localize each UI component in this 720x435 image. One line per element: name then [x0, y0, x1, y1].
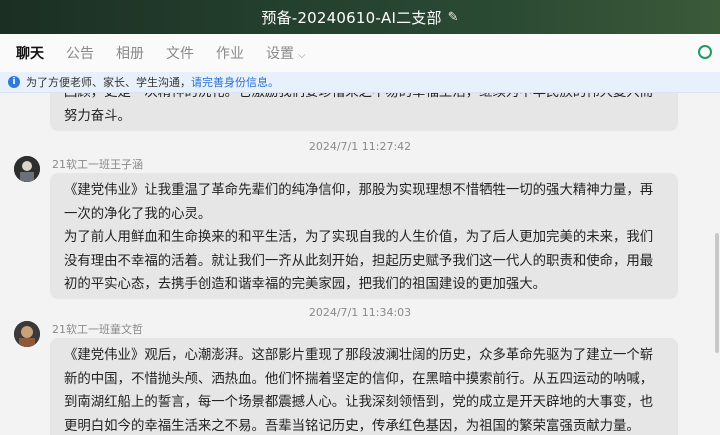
message-line: 《建党伟业》让我重温了革命先辈们的纯净信仰，那股为实现理想不惜牺牲一切的强大精神… — [64, 183, 654, 198]
message-bubble: 《建党伟业》观后，心潮澎湃。这部影片重现了那段波澜壮阔的历史，众多革命先驱为了建… — [50, 338, 678, 435]
complete-profile-link[interactable]: 请完善身份信息。 — [191, 74, 279, 90]
message-timestamp: 2024/7/1 11:27:42 — [308, 140, 412, 153]
chevron-down-icon: ⌵ — [298, 50, 306, 61]
avatar[interactable] — [14, 156, 40, 182]
chat-scrollbar[interactable] — [714, 93, 720, 435]
sender-name: 21软工一班童文哲 — [52, 323, 143, 336]
message-line: 回顾，更是一次精神的洗礼。它激励我们要珍惜来之不易的幸福生活，继续为中华民族的伟… — [64, 93, 668, 105]
message-bubble: 《建党伟业》让我重温了革命先辈们的纯净信仰，那股为实现理想不惜牺牲一切的强大精神… — [50, 173, 678, 299]
message-line: 努力奋斗。 — [64, 108, 131, 124]
avatar-image — [14, 156, 40, 182]
chat-area: 回顾，更是一次精神的洗礼。它激励我们要珍惜来之不易的幸福生活，继续为中华民族的伟… — [0, 93, 720, 435]
edit-icon[interactable]: ✎ — [448, 10, 459, 25]
notice-text: 为了方便老师、家长、学生沟通， — [26, 76, 191, 89]
message-line: 一次的净化了我的心灵。 — [64, 206, 212, 222]
message-line: 《建党伟业》观后，心潮澎湃。这部影片重现了那段波澜壮阔的历史，众多革命先驱为了建… — [64, 348, 654, 363]
window-title: 预备-20240610-AI二支部 — [261, 8, 442, 27]
tab-chat[interactable]: 聊天 — [16, 43, 44, 63]
message-line: 没有理由不幸福的活着。就让我们一齐从此刻开始，担起历史赋予我们这一代人的职责和使… — [64, 253, 654, 269]
message-bubble: 回顾，更是一次精神的洗礼。它激励我们要珍惜来之不易的幸福生活，继续为中华民族的伟… — [50, 93, 678, 131]
avatar-image — [14, 321, 40, 347]
sender-name: 21软工一班王子涵 — [52, 158, 143, 171]
title-bar: 预备-20240610-AI二支部 ✎ — [0, 0, 720, 34]
message-line: 初的平实心态，去携手创造和谐幸福的完美家园，把我们的祖国建设的更加强大。 — [64, 277, 547, 292]
tab-settings-label: 设置 — [266, 46, 294, 62]
tab-album[interactable]: 相册 — [116, 43, 144, 63]
scrollbar-thumb[interactable] — [715, 233, 719, 353]
tab-announcement[interactable]: 公告 — [66, 43, 94, 63]
tab-bar: 聊天 公告 相册 文件 作业 设置 ⌵ — [0, 34, 720, 73]
message-line: 新的中国，不惜抛头颅、洒热血。他们怀揣着坚定的信仰，在黑暗中摸索前行。从五四运动… — [64, 371, 654, 387]
status-circle-icon[interactable] — [698, 45, 712, 59]
message-line: 到南湖红船上的誓言，每一个场景都震撼人心。让我深刻领悟到，党的成立是开天辟地的大… — [64, 395, 654, 410]
avatar[interactable] — [14, 321, 40, 347]
info-icon: i — [8, 76, 20, 88]
message-timestamp: 2024/7/1 11:34:03 — [308, 306, 412, 319]
message-line: 为了前人用鲜血和生命换来的和平生活，为了实现自我的人生价值，为了后人更加完美的未… — [64, 230, 654, 245]
tab-settings[interactable]: 设置 ⌵ — [266, 43, 306, 63]
tab-homework[interactable]: 作业 — [216, 43, 244, 63]
identity-notice: i 为了方便老师、家长、学生沟通， 请完善身份信息。 — [0, 72, 720, 93]
message-line: 更明白如今的幸福生活来之不易。吾辈当铭记历史，传承红色基因，为祖国的繁荣富强贡献… — [64, 418, 640, 434]
tab-files[interactable]: 文件 — [166, 43, 194, 63]
